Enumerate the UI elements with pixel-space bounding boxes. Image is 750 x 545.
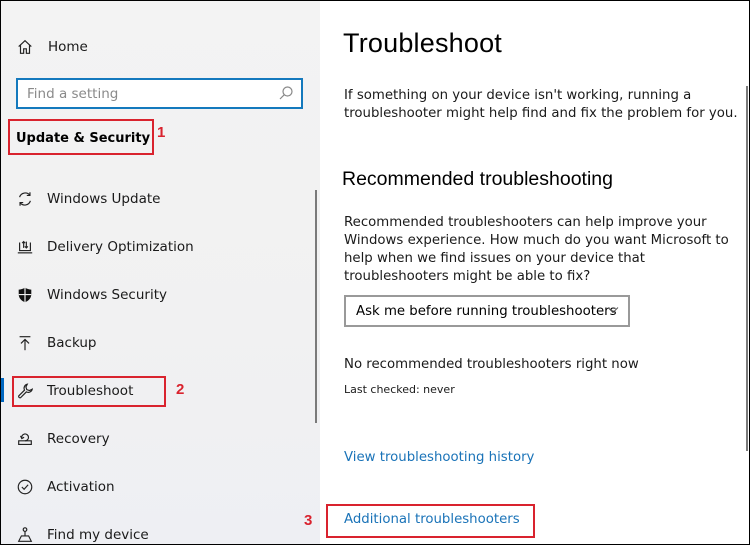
- sidebar-item-label: Home: [48, 39, 88, 55]
- chevron-down-icon: [607, 307, 619, 314]
- sidebar-item-label: Find my device: [47, 527, 149, 543]
- section-title: Update & Security: [16, 131, 151, 146]
- recommended-status: No recommended troubleshooters right now: [344, 357, 639, 372]
- sidebar-item-label: Troubleshoot: [47, 383, 134, 399]
- search-box[interactable]: [16, 78, 303, 109]
- sidebar-item-label: Backup: [47, 335, 97, 351]
- sidebar-item-label: Activation: [47, 479, 115, 495]
- sidebar-scrollbar[interactable]: [315, 190, 317, 423]
- sidebar-item-troubleshoot[interactable]: Troubleshoot: [1, 376, 301, 406]
- find-device-icon: [15, 525, 35, 544]
- page-title: Troubleshoot: [343, 28, 502, 58]
- sidebar-item-label: Delivery Optimization: [47, 239, 194, 255]
- dropdown-value: Ask me before running troubleshooters: [356, 303, 617, 319]
- sidebar-item-home[interactable]: Home: [1, 32, 301, 62]
- sidebar-item-delivery-optimization[interactable]: Delivery Optimization: [1, 232, 301, 262]
- search-icon[interactable]: [278, 85, 294, 101]
- search-input[interactable]: [18, 84, 269, 103]
- home-icon: [15, 37, 35, 57]
- recommended-description: Recommended troubleshooters can help imp…: [344, 215, 729, 284]
- sidebar-item-label: Windows Security: [47, 287, 167, 303]
- wrench-icon: [15, 381, 35, 401]
- check-circle-icon: [15, 477, 35, 497]
- sidebar-item-recovery[interactable]: Recovery: [1, 424, 301, 454]
- last-checked: Last checked: never: [344, 383, 455, 396]
- recovery-icon: [15, 429, 35, 449]
- sidebar: Home Update & Security Windows Update: [1, 1, 320, 544]
- troubleshooter-preference-dropdown[interactable]: Ask me before running troubleshooters: [344, 295, 630, 327]
- sidebar-item-activation[interactable]: Activation: [1, 472, 301, 502]
- sync-icon: [15, 189, 35, 209]
- annotation-number-1: 1: [157, 124, 166, 141]
- recommended-heading: Recommended troubleshooting: [342, 168, 614, 190]
- settings-window: Home Update & Security Windows Update: [0, 0, 750, 545]
- additional-troubleshooters-link[interactable]: Additional troubleshooters: [344, 512, 520, 527]
- annotation-number-2: 2: [176, 381, 185, 398]
- shield-icon: [15, 285, 35, 305]
- backup-arrow-up-icon: [15, 333, 35, 353]
- main-scrollbar[interactable]: [746, 86, 748, 451]
- sidebar-item-find-my-device[interactable]: Find my device: [1, 520, 301, 544]
- sidebar-item-windows-security[interactable]: Windows Security: [1, 280, 301, 310]
- sidebar-item-backup[interactable]: Backup: [1, 328, 301, 358]
- sidebar-item-label: Windows Update: [47, 191, 161, 207]
- sidebar-item-label: Recovery: [47, 431, 110, 447]
- sidebar-item-windows-update[interactable]: Windows Update: [1, 184, 301, 214]
- delivery-optimization-icon: [15, 237, 35, 257]
- main-content: Troubleshoot If something on your device…: [320, 1, 749, 544]
- view-history-link[interactable]: View troubleshooting history: [344, 450, 534, 465]
- annotation-number-3: 3: [304, 512, 313, 529]
- intro-text: If something on your device isn't workin…: [344, 88, 738, 121]
